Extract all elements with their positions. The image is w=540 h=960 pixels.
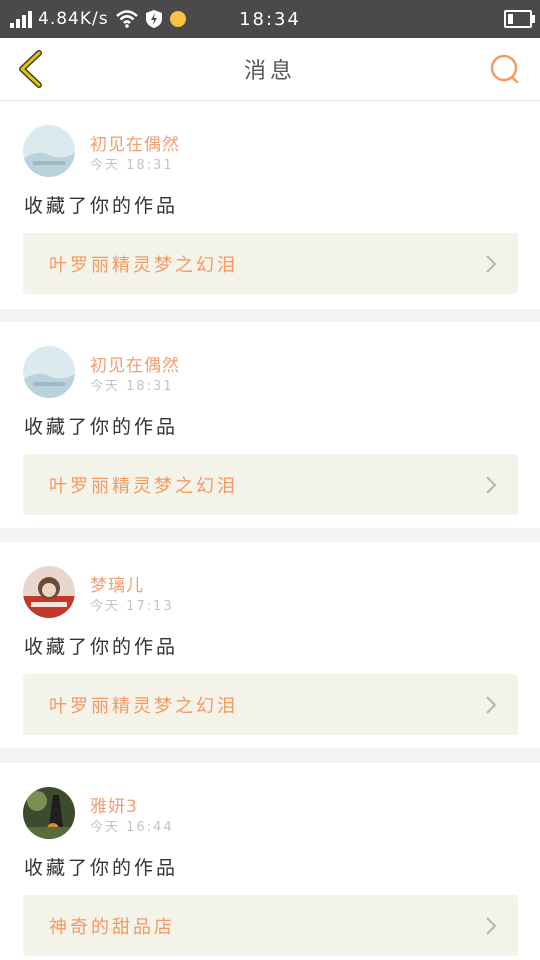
message-text: 收藏了你的作品 — [24, 195, 179, 217]
work-title: 叶罗丽精灵梦之幻泪 — [49, 254, 238, 276]
search-button[interactable] — [488, 52, 522, 86]
page-title: 消息 — [243, 59, 296, 84]
message-time: 今天 18:31 — [90, 158, 174, 173]
work-link[interactable]: 叶罗丽精灵梦之幻泪 — [23, 674, 518, 735]
battery-icon — [504, 10, 535, 28]
work-title: 神奇的甜品店 — [49, 916, 175, 938]
message-card: 雅妍3 今天 16:44 收藏了你的作品 神奇的甜品店 — [0, 763, 540, 960]
sender-name[interactable]: 雅妍3 — [90, 792, 138, 817]
work-link[interactable]: 叶罗丽精灵梦之幻泪 — [23, 454, 518, 515]
chevron-right-icon — [486, 696, 497, 714]
message-card: 初见在偶然 今天 18:31 收藏了你的作品 叶罗丽精灵梦之幻泪 — [0, 322, 540, 528]
sender-name[interactable]: 初见在偶然 — [90, 351, 180, 376]
avatar[interactable] — [23, 787, 75, 839]
message-time: 今天 18:31 — [90, 379, 174, 394]
status-bar: 4.84K/s 18:34 — [0, 0, 540, 38]
message-time: 今天 17:13 — [90, 599, 174, 614]
sender-name[interactable]: 初见在偶然 — [90, 130, 180, 155]
work-title: 叶罗丽精灵梦之幻泪 — [49, 475, 238, 497]
avatar-image-icon — [23, 566, 75, 618]
avatar[interactable] — [23, 125, 75, 177]
avatar-image-icon — [23, 787, 75, 839]
work-title: 叶罗丽精灵梦之幻泪 — [49, 695, 238, 717]
avatar-image-icon — [23, 125, 75, 177]
message-card: 梦璃儿 今天 17:13 收藏了你的作品 叶罗丽精灵梦之幻泪 — [0, 542, 540, 748]
chevron-right-icon — [486, 476, 497, 494]
status-time: 18:34 — [239, 8, 301, 30]
avatar[interactable] — [23, 346, 75, 398]
message-text: 收藏了你的作品 — [24, 636, 179, 658]
chevron-right-icon — [486, 255, 497, 273]
avatar-image-icon — [23, 346, 75, 398]
search-icon — [490, 54, 519, 84]
avatar[interactable] — [23, 566, 75, 618]
message-text: 收藏了你的作品 — [24, 416, 179, 438]
message-time: 今天 16:44 — [90, 820, 174, 835]
message-text: 收藏了你的作品 — [24, 857, 179, 879]
nav-bar: 消息 — [0, 38, 540, 101]
message-card: 初见在偶然 今天 18:31 收藏了你的作品 叶罗丽精灵梦之幻泪 — [0, 101, 540, 309]
sender-name[interactable]: 梦璃儿 — [90, 571, 144, 596]
work-link[interactable]: 神奇的甜品店 — [23, 895, 518, 956]
chevron-right-icon — [486, 917, 497, 935]
work-link[interactable]: 叶罗丽精灵梦之幻泪 — [23, 233, 518, 294]
